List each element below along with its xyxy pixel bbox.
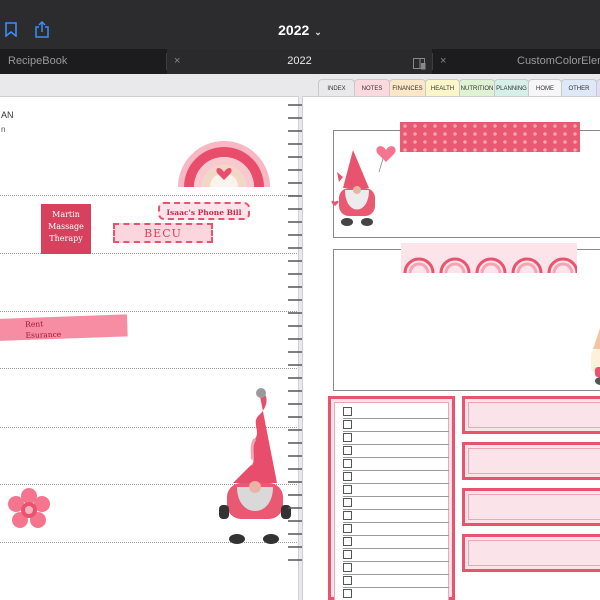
label-slot[interactable] [462,488,600,526]
rent-esurance-tape[interactable]: Rent Esurance [0,314,128,341]
page-header-subtext: n [1,125,6,134]
checkbox[interactable] [343,563,352,572]
sticker-text: BECU [144,227,182,240]
sticker-text: Rent [25,319,44,329]
left-planner-page[interactable]: AN n Martin Massage Therapy Isaac's Phon… [0,96,299,600]
sticker-text: Therapy [49,234,83,243]
checklist-inner [334,402,449,600]
rainbow-washi-tape[interactable] [401,243,577,273]
gnome-sticker[interactable] [215,387,293,547]
checkbox[interactable] [343,446,352,455]
tab-label: RecipeBook [8,55,68,67]
checkbox[interactable] [343,576,352,585]
checklist-row[interactable] [343,432,449,445]
checkbox[interactable] [343,589,352,598]
document-tab-bar: RecipeBook × 2022 × CustomColorEleme [0,49,600,74]
row-divider [0,311,297,312]
checkbox[interactable] [343,420,352,429]
close-icon[interactable]: × [440,49,446,74]
gnome-partial-sticker[interactable] [589,323,600,385]
label-slot[interactable] [462,442,600,480]
sticker-text: Massage [48,222,84,231]
document-title-menu[interactable]: 2022 ⌄ [0,22,600,38]
becu-sticker[interactable]: BECU [113,223,213,243]
checkbox[interactable] [343,524,352,533]
checkbox[interactable] [343,550,352,559]
row-divider [0,195,297,196]
sticker-text: Esurance [25,329,62,340]
top-toolbar: 2022 ⌄ [0,0,600,49]
label-slot[interactable] [462,396,600,434]
sticker-text: Isaac's Phone Bill [166,208,242,217]
checkbox[interactable] [343,498,352,507]
rainbow-sticker[interactable] [174,102,274,192]
sticker-text: Martin [52,210,80,219]
checklist-row[interactable] [343,484,449,497]
checklist-card[interactable] [328,396,455,600]
tab-label: CustomColorEleme [517,55,600,67]
checkbox[interactable] [343,433,352,442]
tab-customcolorelements[interactable]: × CustomColorEleme [433,49,600,74]
page-header-text: AN [1,110,14,120]
checklist-row[interactable] [343,523,449,536]
notebook-canvas[interactable]: INDEX NOTES FINANCES HEALTH NUTRITION PL… [0,74,600,600]
gnome-balloon-sticker[interactable] [331,142,403,230]
label-slot[interactable] [462,534,600,572]
checklist-row[interactable] [343,445,449,458]
checkbox[interactable] [343,407,352,416]
checkbox[interactable] [343,459,352,468]
heart-washi-tape[interactable] [400,122,580,152]
tab-2022[interactable]: × 2022 [167,49,432,74]
row-divider [0,368,297,369]
checklist-row[interactable] [343,406,449,419]
checkbox[interactable] [343,537,352,546]
checklist-row[interactable] [343,510,449,523]
tab-recipebook[interactable]: RecipeBook [0,49,166,74]
checklist-row[interactable] [343,549,449,562]
checklist-row[interactable] [343,536,449,549]
checklist-row[interactable] [343,497,449,510]
checkbox[interactable] [343,485,352,494]
flower-sticker[interactable] [7,488,51,532]
checklist-row[interactable] [343,471,449,484]
checklist-row[interactable] [343,588,449,600]
phone-bill-sticker[interactable]: Isaac's Phone Bill [158,202,250,220]
document-title: 2022 [278,22,310,38]
tab-label: 2022 [287,55,312,67]
checkbox[interactable] [343,511,352,520]
checklist-row[interactable] [343,458,449,471]
checkbox[interactable] [343,472,352,481]
checklist-row[interactable] [343,575,449,588]
checklist-row[interactable] [343,562,449,575]
chevron-down-icon: ⌄ [314,27,322,37]
martin-massage-therapy-sticker[interactable]: Martin Massage Therapy [41,204,91,254]
checklist-row[interactable] [343,419,449,432]
